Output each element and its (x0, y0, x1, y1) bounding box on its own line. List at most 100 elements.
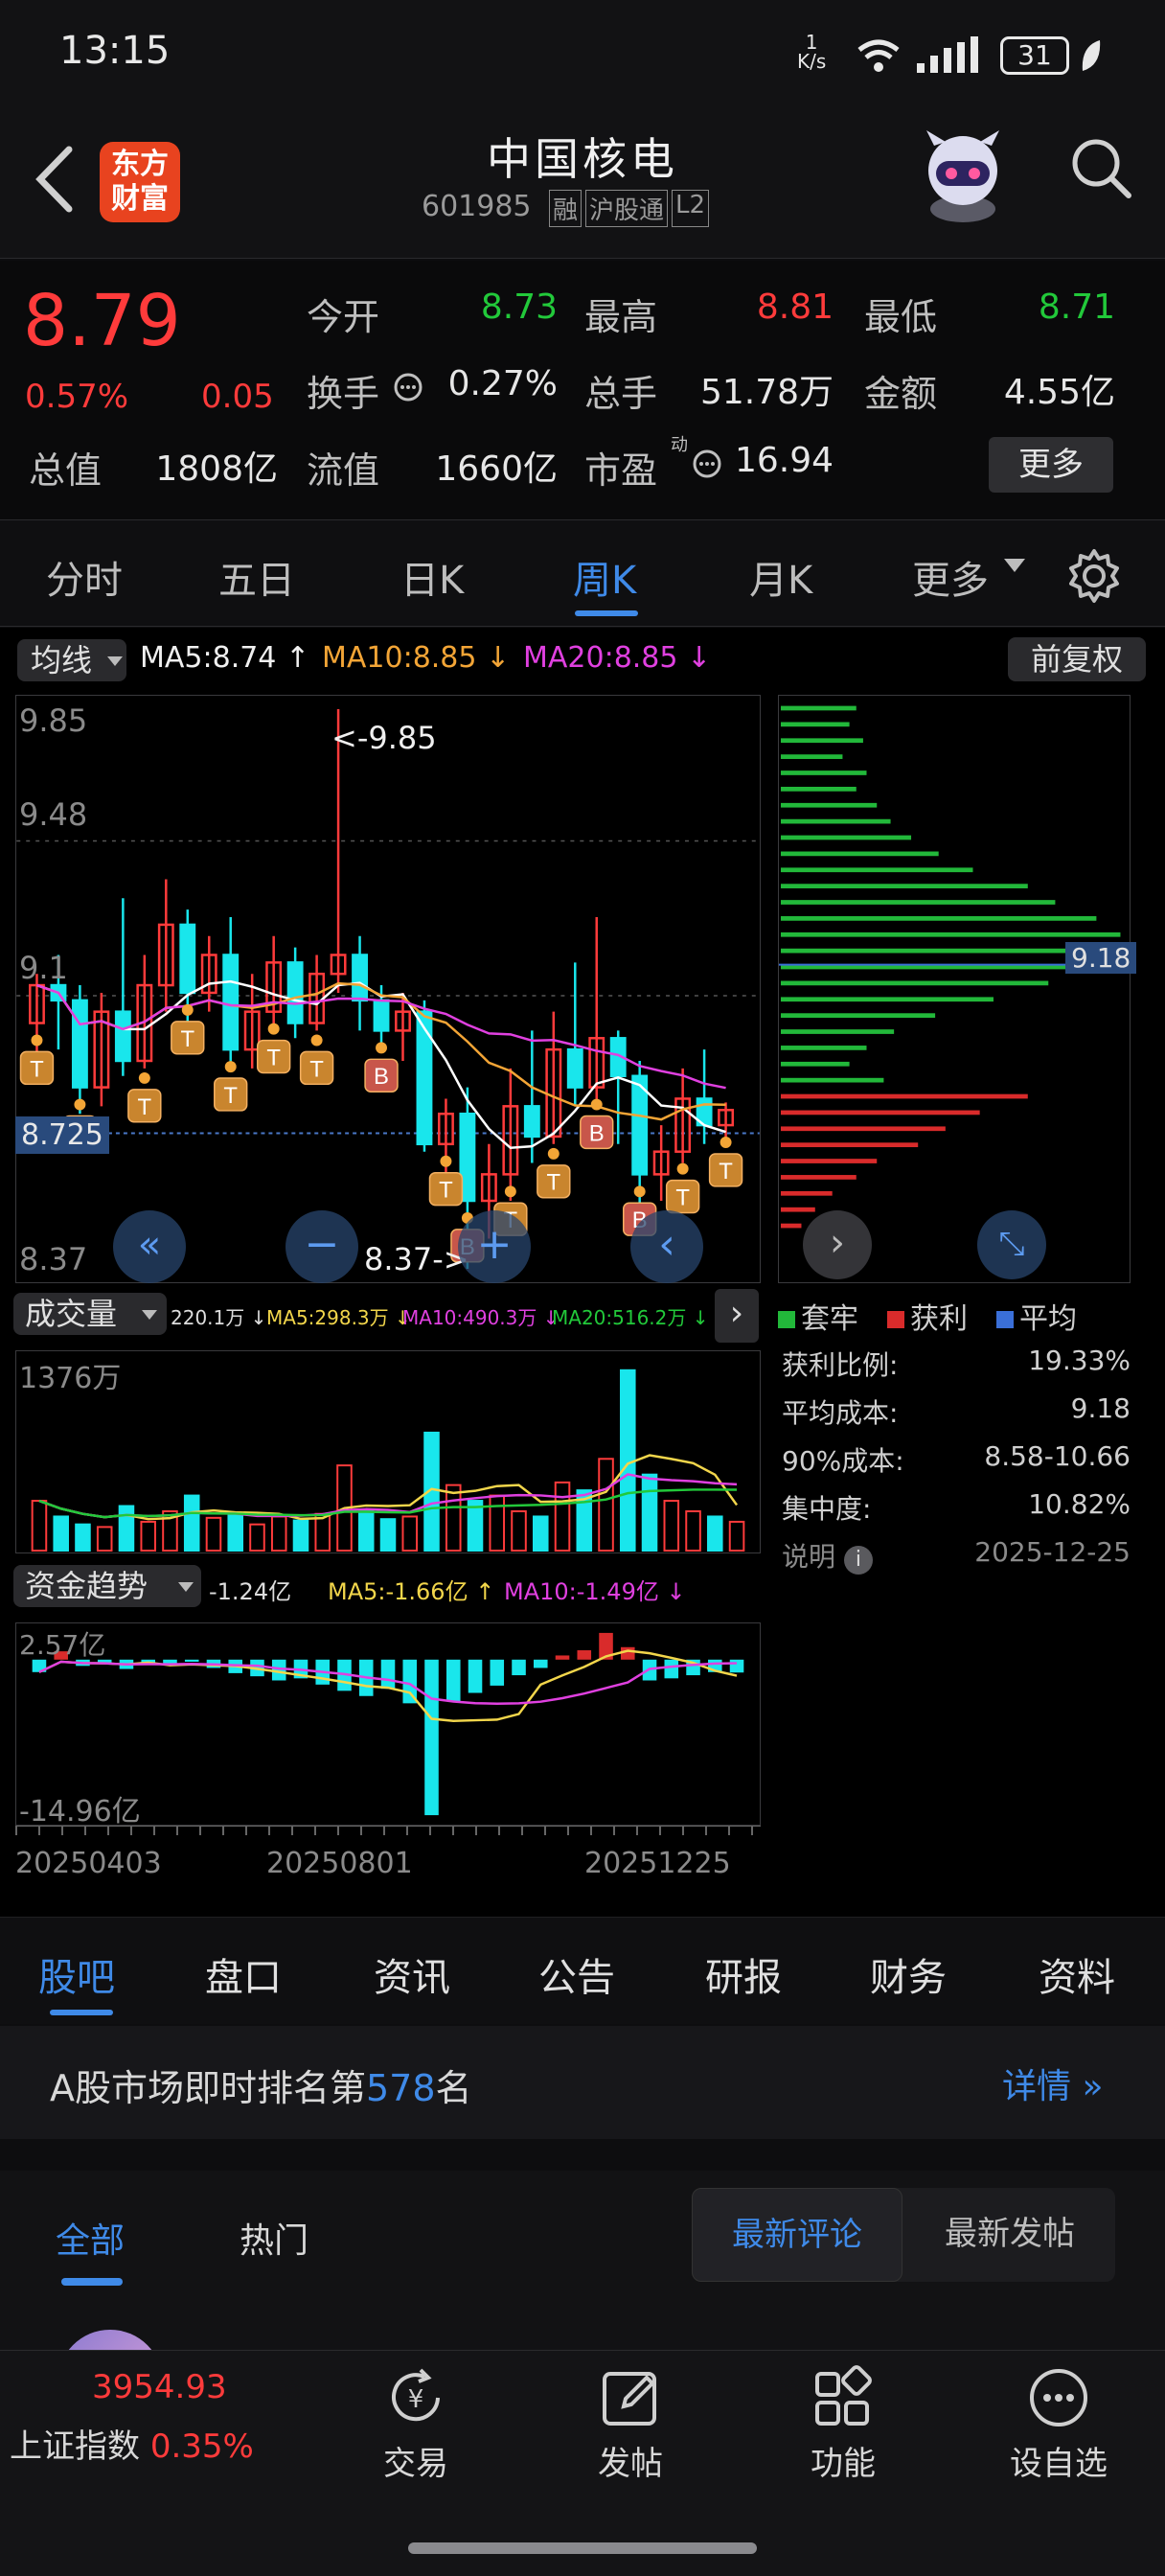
scroll-far-left-button[interactable]: « (113, 1210, 186, 1283)
trade-marker-label: T (266, 1045, 281, 1070)
index-change: 0.35% (149, 2427, 254, 2466)
trade-icon: ¥ (392, 2368, 440, 2422)
home-indicator[interactable] (408, 2542, 757, 2554)
legend-average: 平均 (996, 1295, 1077, 1337)
sort-latest-comment[interactable]: 最新评论 (692, 2188, 902, 2282)
more-button[interactable]: 更多 (989, 437, 1113, 493)
zoom-out-button[interactable]: − (286, 1210, 358, 1283)
note-row[interactable]: 说明 i 2025-12-25 (782, 1536, 1131, 1584)
adjust-button[interactable]: 前复权 (1008, 637, 1146, 681)
market-rank-bar[interactable]: A股市场即时排名第578名 详情 » (0, 2026, 1165, 2139)
candle-body (222, 954, 240, 1051)
detail-link[interactable]: 详情 » (1002, 2058, 1103, 2108)
candle-body (566, 1047, 583, 1089)
fund-selector[interactable]: 资金趋势 (13, 1565, 201, 1607)
tab-profile[interactable]: 资料 (1039, 1946, 1115, 2002)
tab-more[interactable]: 更多 (912, 549, 989, 605)
tab-weekly-k[interactable]: 周K (573, 549, 636, 605)
tab-hot-posts[interactable]: 热门 (240, 2213, 308, 2263)
chevron-down-icon (178, 1582, 194, 1592)
chip-bar-profit (780, 1207, 815, 1212)
index-name[interactable]: 上证指数 0.35% (10, 2420, 254, 2467)
chip-bar-trapped (780, 1013, 936, 1019)
fund-bar (512, 1659, 526, 1676)
tab-finance[interactable]: 财务 (870, 1946, 947, 2002)
sort-latest-post[interactable]: 最新发帖 (904, 2188, 1115, 2282)
price-chart[interactable]: TTTTTTTBTBTTBBTT (15, 695, 761, 1283)
chip-bar-profit (780, 1223, 802, 1229)
tab-research[interactable]: 研报 (705, 1946, 782, 2002)
chip-distribution-chart[interactable] (778, 695, 1131, 1283)
chip-bar-trapped (780, 802, 878, 808)
chip-bar-profit (780, 1093, 1028, 1099)
robot-avatar-icon[interactable] (915, 123, 1011, 228)
field-value-open: 8.73 (480, 288, 558, 327)
change-value: 0.05 (201, 378, 274, 416)
tab-orderbook[interactable]: 盘口 (205, 1946, 282, 2002)
tab-daily-k[interactable]: 日K (400, 549, 464, 605)
nav-compose[interactable]: 发帖 (586, 2364, 674, 2484)
chip-bar-trapped (780, 932, 1121, 937)
tab-news[interactable]: 资讯 (374, 1946, 450, 2002)
info-icon[interactable]: i (843, 1546, 873, 1575)
y-label-current: 8.725 (15, 1116, 109, 1154)
field-label-float: 流值 (307, 449, 380, 492)
fund-value: -1.24亿 (209, 1578, 292, 1605)
search-icon[interactable] (1067, 134, 1134, 201)
chevron-right-icon[interactable]: › (715, 1289, 759, 1343)
tab-all-posts[interactable]: 全部 (56, 2213, 125, 2263)
max-price-note: <-9.85 (331, 720, 437, 756)
trade-marker-label: T (180, 1026, 194, 1052)
buy-marker-label: B (589, 1120, 605, 1146)
index-value[interactable]: 3954.93 (92, 2368, 227, 2406)
rank-text: A股市场即时排名第578名 (50, 2067, 472, 2109)
volume-value: 220.1万 ↓ (171, 1306, 267, 1329)
field-value-amount: 4.55亿 (1003, 373, 1115, 412)
nav-add-watchlist[interactable]: 设自选 (996, 2364, 1121, 2484)
nav-trade[interactable]: ¥ 交易 (372, 2364, 460, 2484)
leaf-icon (1082, 40, 1101, 71)
min-price-note: 8.37-> (364, 1241, 469, 1277)
chip-next-button[interactable]: › (803, 1210, 872, 1279)
tab-active-indicator (50, 2010, 113, 2015)
scroll-left-button[interactable]: ‹ (630, 1210, 703, 1283)
gear-icon[interactable] (1065, 547, 1123, 605)
tab-forum[interactable]: 股吧 (38, 1946, 115, 2002)
nav-compose-label: 发帖 (598, 2445, 663, 2483)
info-dots-icon[interactable] (393, 372, 423, 402)
nav-functions[interactable]: 功能 (799, 2364, 887, 2484)
ma20-value: MA20:8.85 ↓ (523, 641, 712, 675)
post-filter-bar: 全部 热门 最新评论 最新发帖 (0, 2171, 1165, 2387)
field-label-low: 最低 (864, 296, 938, 338)
chevron-down-icon (1004, 559, 1025, 572)
chip-bar-trapped (780, 980, 1049, 986)
volume-max-label: 1376万 (19, 1362, 122, 1395)
candle-body (373, 999, 390, 1032)
sort-toggle: 最新评论 最新发帖 (692, 2188, 1115, 2282)
tab-intraday[interactable]: 分时 (46, 549, 123, 605)
chart-area: 均线 MA5:8.74 ↑ MA10:8.85 ↓ MA20:8.85 ↓ 前复… (0, 628, 1165, 1918)
candle-body (179, 923, 196, 995)
chip-bar-trapped (780, 997, 994, 1002)
volume-bar (685, 1509, 701, 1552)
volume-chart[interactable] (15, 1350, 761, 1553)
zoom-in-button[interactable]: + (458, 1210, 531, 1283)
field-value-pe: 16.94 (734, 441, 834, 480)
fund-ma10: MA10:-1.49亿 ↓ (504, 1578, 686, 1605)
tab-monthly-k[interactable]: 月K (749, 549, 812, 605)
field-label-high: 最高 (584, 296, 658, 338)
date-axis-ticks (15, 1826, 761, 1835)
chip-bar-trapped (780, 884, 1028, 888)
candle-body (416, 1010, 433, 1146)
tab-announcements[interactable]: 公告 (538, 1946, 615, 2002)
tab-five-day[interactable]: 五日 (218, 549, 295, 605)
signal-dot (224, 1061, 237, 1073)
stock-tags: 融 沪股通 L2 (549, 190, 710, 227)
status-bar: 13:15 1 K/s 31 (0, 0, 1165, 105)
expand-icon[interactable]: ⤡ (977, 1210, 1046, 1279)
field-label-turnover: 换手 (307, 373, 380, 415)
signal-dot (633, 1185, 646, 1198)
more-icon (1030, 2369, 1087, 2426)
info-dots-icon[interactable] (692, 448, 722, 479)
y-label-2: 9.48 (19, 796, 88, 833)
